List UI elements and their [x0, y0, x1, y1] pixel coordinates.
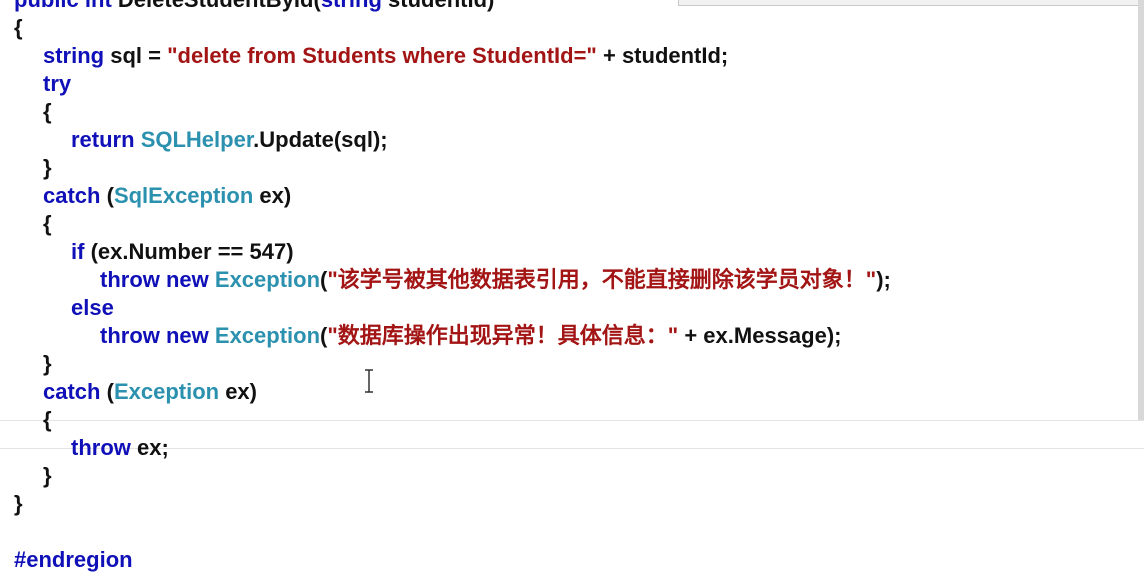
code-line-method-signature[interactable]: public int DeleteStudentById(string stud…: [14, 0, 891, 14]
code-token: SqlException: [113, 183, 254, 208]
code-line-try-open-brace[interactable]: {: [14, 98, 891, 126]
code-token: #endregion: [14, 547, 133, 572]
code-line-catch1-close-brace[interactable]: }: [14, 350, 891, 378]
code-token: Exception: [113, 379, 220, 404]
code-token: }: [43, 155, 52, 180]
code-token: + studentId;: [596, 43, 729, 68]
code-line-try[interactable]: try: [14, 70, 891, 98]
code-token: studentId): [382, 0, 494, 12]
code-token: {: [43, 211, 52, 236]
code-line-if[interactable]: if (ex.Number == 547): [14, 238, 891, 266]
code-token: catch: [43, 183, 101, 208]
code-token: {: [14, 15, 23, 40]
code-token: catch: [43, 379, 101, 404]
code-token: ex): [253, 183, 292, 208]
code-token: try: [43, 71, 72, 96]
code-token: return: [71, 127, 141, 152]
code-token: Exception: [214, 267, 321, 292]
code-line-catch-exception[interactable]: catch (Exception ex): [14, 378, 891, 406]
code-line-throw-ex[interactable]: throw ex;: [14, 434, 891, 462]
code-line-catch2-open-brace[interactable]: {: [14, 406, 891, 434]
code-line-throw-reference[interactable]: throw new Exception("该学号被其他数据表引用，不能直接删除该…: [14, 266, 891, 294]
code-token: {: [43, 99, 52, 124]
code-token: + ex.Message);: [678, 323, 842, 348]
code-line-sql-declaration[interactable]: string sql = "delete from Students where…: [14, 42, 891, 70]
code-line-try-close-brace[interactable]: }: [14, 154, 891, 182]
code-token: throw new: [100, 267, 215, 292]
code-token: .Update(sql);: [253, 127, 388, 152]
code-line-catch-sqlexception[interactable]: catch (SqlException ex): [14, 182, 891, 210]
code-line-throw-db-error[interactable]: throw new Exception("数据库操作出现异常！具体信息：" + …: [14, 322, 891, 350]
code-token: sql =: [104, 43, 168, 68]
code-line-method-close-brace[interactable]: }: [14, 490, 891, 518]
code-token: }: [14, 491, 23, 516]
code-token: "该学号被其他数据表引用，不能直接删除该学员对象！": [327, 267, 877, 292]
code-editor[interactable]: public int DeleteStudentById(string stud…: [0, 0, 1144, 588]
code-token: "数据库操作出现异常！具体信息：": [327, 323, 679, 348]
code-token: else: [71, 295, 114, 320]
vertical-scrollbar[interactable]: [1138, 0, 1144, 420]
code-token: }: [43, 351, 52, 376]
code-token: (: [100, 183, 114, 208]
code-token: ex;: [130, 435, 169, 460]
code-token: "delete from Students where StudentId=": [167, 43, 597, 68]
code-token: }: [43, 463, 52, 488]
code-token: (: [100, 379, 114, 404]
code-token: throw: [71, 435, 131, 460]
code-line-open-brace[interactable]: {: [14, 14, 891, 42]
code-token: string: [321, 0, 382, 12]
code-token: );: [876, 267, 891, 292]
i-beam-cursor-icon: [365, 369, 373, 393]
code-token: SQLHelper: [140, 127, 254, 152]
code-token: ex): [219, 379, 257, 404]
code-line-return[interactable]: return SQLHelper.Update(sql);: [14, 126, 891, 154]
code-token: throw new: [100, 323, 215, 348]
code-line-catch2-close-brace[interactable]: }: [14, 462, 891, 490]
code-token: string: [43, 43, 105, 68]
code-token: DeleteStudentById(: [118, 0, 321, 12]
code-token: public int: [14, 0, 118, 12]
code-line-else[interactable]: else: [14, 294, 891, 322]
code-line-blank[interactable]: [14, 518, 891, 546]
code-line-endregion[interactable]: #endregion: [14, 546, 891, 574]
code-token: Exception: [214, 323, 321, 348]
code-token: if: [71, 239, 85, 264]
code-line-catch1-open-brace[interactable]: {: [14, 210, 891, 238]
code-lines: public int DeleteStudentById(string stud…: [14, 0, 891, 574]
code-token: (ex.Number == 547): [84, 239, 294, 264]
code-token: {: [43, 407, 52, 432]
